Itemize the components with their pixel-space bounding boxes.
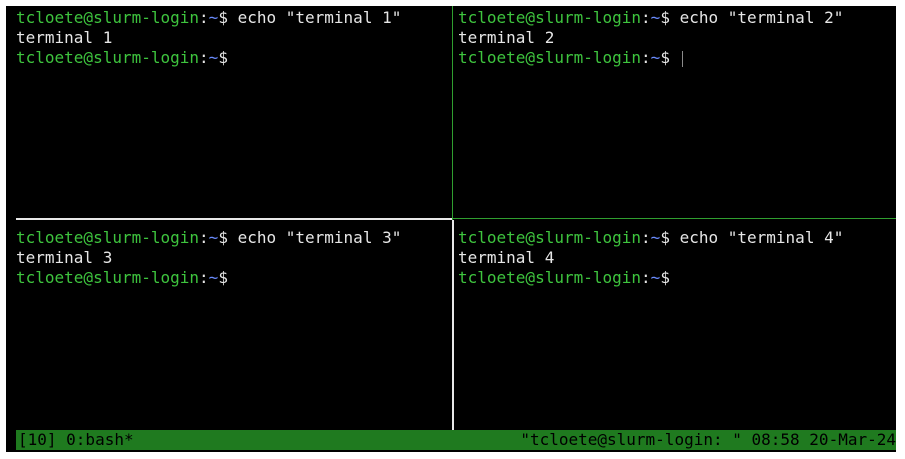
text-cursor: [681, 50, 683, 67]
prompt-colon: :: [641, 228, 651, 247]
prompt-user-host: tcloete@slurm-login: [16, 48, 200, 67]
prompt-path: ~: [650, 268, 661, 287]
tmux-terminal-window[interactable]: tcloete@slurm-login:~$ echo "terminal 1"…: [6, 6, 896, 452]
prompt-user-host: tcloete@slurm-login: [458, 48, 642, 67]
prompt-colon: :: [641, 8, 651, 27]
command-line: tcloete@slurm-login:~$ echo "terminal 4": [458, 228, 896, 248]
prompt-path: ~: [208, 48, 219, 67]
prompt-colon: :: [199, 228, 209, 247]
command-text: echo "terminal 3": [227, 228, 402, 247]
command-line: tcloete@slurm-login:~$ echo "terminal 3": [16, 228, 451, 248]
prompt-dollar: $: [660, 48, 670, 67]
terminal-pane-4[interactable]: tcloete@slurm-login:~$ echo "terminal 4"…: [458, 228, 896, 428]
command-output: terminal 1: [16, 28, 113, 47]
prompt-colon: :: [641, 48, 651, 67]
prompt-dollar: $: [218, 228, 228, 247]
prompt-path: ~: [208, 228, 219, 247]
prompt-path: ~: [650, 8, 661, 27]
pane-divider-horizontal[interactable]: [16, 218, 452, 220]
prompt-line: tcloete@slurm-login:~$: [16, 48, 451, 68]
prompt-dollar: $: [660, 268, 670, 287]
prompt-dollar: $: [218, 8, 228, 27]
prompt-user-host: tcloete@slurm-login: [458, 268, 642, 287]
prompt-user-host: tcloete@slurm-login: [16, 268, 200, 287]
terminal-pane-2-active[interactable]: tcloete@slurm-login:~$ echo "terminal 2"…: [458, 8, 896, 218]
terminal-pane-3[interactable]: tcloete@slurm-login:~$ echo "terminal 3"…: [16, 228, 451, 428]
prompt-colon: :: [199, 268, 209, 287]
prompt-dollar: $: [660, 8, 670, 27]
pane-divider-vertical[interactable]: [452, 220, 454, 430]
prompt-user-host: tcloete@slurm-login: [458, 228, 642, 247]
prompt-line: tcloete@slurm-login:~$: [458, 268, 896, 288]
prompt-colon: :: [199, 8, 209, 27]
terminal-pane-1[interactable]: tcloete@slurm-login:~$ echo "terminal 1"…: [16, 8, 451, 218]
prompt-colon: :: [199, 48, 209, 67]
prompt-path: ~: [208, 8, 219, 27]
command-line: tcloete@slurm-login:~$ echo "terminal 1": [16, 8, 451, 28]
prompt-line[interactable]: tcloete@slurm-login:~$: [458, 48, 896, 68]
status-window-list[interactable]: [10] 0:bash*: [18, 430, 134, 450]
command-output: terminal 3: [16, 248, 113, 267]
prompt-dollar: $: [660, 228, 670, 247]
command-text: echo "terminal 1": [227, 8, 402, 27]
prompt-colon: :: [641, 268, 651, 287]
prompt-path: ~: [208, 268, 219, 287]
pane-divider-vertical-active[interactable]: [452, 6, 453, 220]
command-output: terminal 2: [458, 28, 555, 47]
prompt-dollar: $: [218, 48, 228, 67]
command-text: echo "terminal 4": [669, 228, 844, 247]
command-output: terminal 4: [458, 248, 555, 267]
tmux-status-bar: [10] 0:bash* "tcloete@slurm-login: " 08:…: [16, 430, 896, 450]
prompt-dollar: $: [218, 268, 228, 287]
pane-divider-horizontal-active[interactable]: [453, 218, 896, 219]
prompt-user-host: tcloete@slurm-login: [458, 8, 642, 27]
status-host-time: "tcloete@slurm-login: " 08:58 20-Mar-24: [520, 430, 896, 449]
prompt-user-host: tcloete@slurm-login: [16, 8, 200, 27]
prompt-line: tcloete@slurm-login:~$: [16, 268, 451, 288]
prompt-path: ~: [650, 48, 661, 67]
command-text: echo "terminal 2": [669, 8, 844, 27]
prompt-user-host: tcloete@slurm-login: [16, 228, 200, 247]
command-line: tcloete@slurm-login:~$ echo "terminal 2": [458, 8, 896, 28]
prompt-path: ~: [650, 228, 661, 247]
